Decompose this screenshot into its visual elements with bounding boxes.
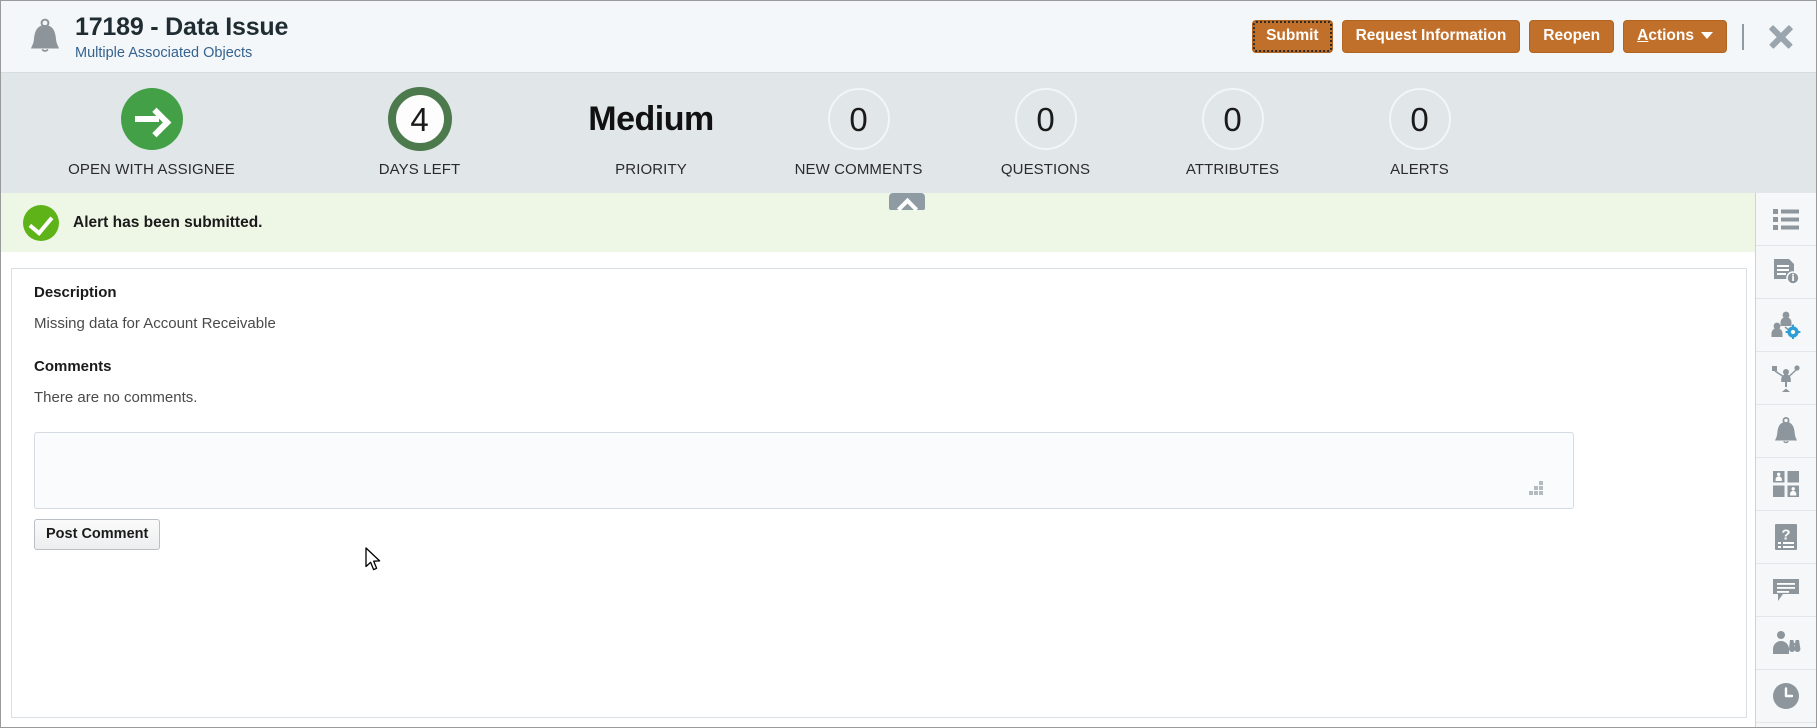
status-summary-bar: OPEN WITH ASSIGNEE 4 DAYS LEFT Medium PR…	[1, 73, 1816, 193]
status-value: 0	[1388, 88, 1451, 150]
list-icon	[1773, 208, 1799, 230]
status-value: 0	[1014, 88, 1077, 150]
reopen-button[interactable]: Reopen	[1529, 20, 1615, 53]
comments-heading: Comments	[34, 358, 112, 375]
rail-item-alerts[interactable]	[1756, 405, 1816, 458]
post-comment-button[interactable]: Post Comment	[34, 519, 161, 550]
status-visual: Medium	[537, 86, 765, 152]
status-alerts[interactable]: 0 ALERTS	[1326, 73, 1513, 178]
status-questions[interactable]: 0 QUESTIONS	[952, 73, 1139, 178]
bell-icon	[17, 18, 73, 56]
success-check-icon	[23, 204, 59, 241]
status-visual: 0	[952, 86, 1139, 152]
people-gear-icon	[1771, 311, 1801, 339]
status-days-left[interactable]: 4 DAYS LEFT	[302, 73, 537, 178]
status-label: ATTRIBUTES	[1185, 161, 1280, 178]
status-label: PRIORITY	[615, 161, 687, 178]
status-visual: 0	[1139, 86, 1326, 152]
rail-item-watchers[interactable]	[1756, 617, 1816, 670]
header-titles: 17189 - Data Issue Multiple Associated O…	[73, 13, 1252, 61]
clock-icon	[1772, 682, 1800, 710]
collapse-status-bar-toggle[interactable]	[889, 193, 925, 210]
rail-item-questions[interactable]: ?	[1756, 511, 1816, 564]
rail-item-document-info[interactable]	[1756, 246, 1816, 299]
status-visual	[1, 86, 302, 152]
status-value: 4	[387, 87, 452, 151]
status-value: 0	[827, 88, 890, 150]
status-visual: 0	[765, 86, 952, 152]
arrow-right-icon	[120, 88, 183, 150]
request-information-button[interactable]: Request Information	[1341, 20, 1521, 53]
window-header: 17189 - Data Issue Multiple Associated O…	[1, 1, 1816, 73]
success-message-text: Alert has been submitted.	[73, 213, 263, 231]
status-visual: 0	[1326, 86, 1513, 152]
status-label: ALERTS	[1390, 161, 1449, 178]
page-subtitle[interactable]: Multiple Associated Objects	[75, 45, 1252, 61]
right-icon-rail: ?	[1755, 193, 1816, 727]
status-label: DAYS LEFT	[378, 161, 461, 178]
rail-item-details-list[interactable]	[1756, 193, 1816, 246]
rail-item-related-objects[interactable]	[1756, 458, 1816, 511]
actions-accel-letter: A	[1637, 27, 1649, 45]
close-icon[interactable]	[1764, 20, 1798, 54]
actions-label-rest: ctions	[1648, 27, 1694, 45]
comment-bubble-icon	[1772, 578, 1800, 602]
bell-icon	[1773, 417, 1799, 445]
detail-panel: Description Missing data for Account Rec…	[11, 268, 1747, 718]
comment-input[interactable]	[34, 432, 1574, 509]
header-divider	[1742, 23, 1744, 50]
status-label: QUESTIONS	[1000, 161, 1091, 178]
description-text: Missing data for Account Receivable	[34, 315, 276, 332]
no-comments-text: There are no comments.	[34, 389, 198, 406]
page-title: 17189 - Data Issue	[75, 12, 289, 41]
success-message-bar: Alert has been submitted.	[1, 193, 1757, 253]
quadrant-grid-icon	[1773, 471, 1799, 497]
svg-text:?: ?	[1781, 526, 1790, 543]
status-value: 0	[1201, 88, 1264, 150]
status-label: NEW COMMENTS	[794, 161, 923, 178]
actions-menu-button[interactable]: Actions	[1623, 20, 1727, 53]
status-new-comments[interactable]: 0 NEW COMMENTS	[765, 73, 952, 178]
rail-item-comments[interactable]	[1756, 564, 1816, 617]
status-priority[interactable]: Medium PRIORITY	[537, 73, 765, 178]
main-content: Alert has been submitted. Description Mi…	[1, 193, 1757, 727]
status-label: OPEN WITH ASSIGNEE	[68, 161, 235, 178]
alert-detail-window: 17189 - Data Issue Multiple Associated O…	[0, 0, 1817, 728]
rail-item-history[interactable]	[1756, 670, 1816, 723]
status-visual: 4	[302, 86, 537, 152]
person-binoculars-icon	[1771, 630, 1801, 656]
org-hierarchy-icon	[1771, 364, 1801, 392]
description-heading: Description	[34, 284, 117, 301]
document-info-icon	[1772, 258, 1800, 286]
rail-item-hierarchy[interactable]	[1756, 352, 1816, 405]
rail-item-assignees[interactable]	[1756, 299, 1816, 352]
status-value: Medium	[588, 100, 714, 138]
submit-button[interactable]: Submit	[1252, 20, 1333, 53]
status-open-with-assignee[interactable]: OPEN WITH ASSIGNEE	[1, 73, 302, 178]
header-action-bar: Submit Request Information Reopen Action…	[1252, 20, 1816, 54]
question-document-icon: ?	[1774, 523, 1798, 551]
status-attributes[interactable]: 0 ATTRIBUTES	[1139, 73, 1326, 178]
chevron-down-icon	[1701, 32, 1713, 40]
